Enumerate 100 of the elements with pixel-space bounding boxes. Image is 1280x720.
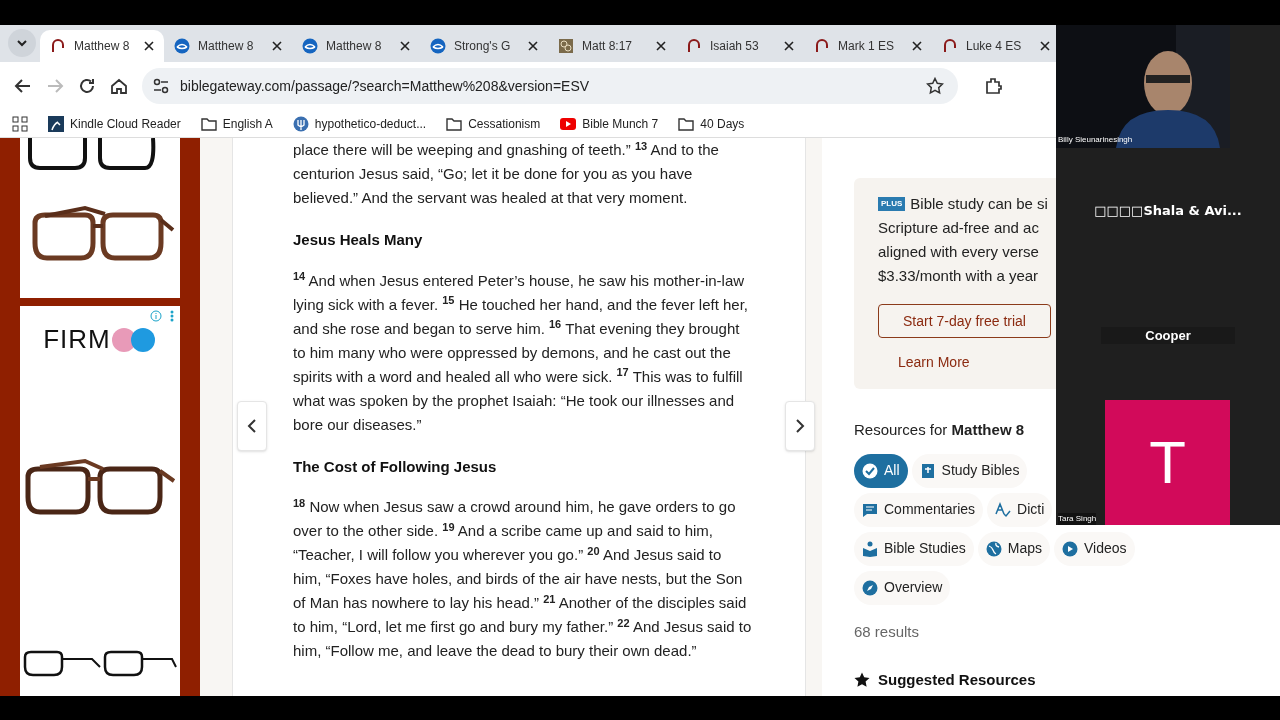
- filter-chip[interactable]: Maps: [977, 531, 1050, 566]
- close-icon[interactable]: [144, 41, 154, 51]
- compass-icon: [862, 579, 878, 596]
- passage-paragraph: $^{18}$ Now when Jesus saw a crowd around him, he gave orders to go over to the other side. $^{19}$ And a scribe came up and said to him, “Teacher, I will follow you wherever you go.” $^{20}$ And Jesus said to him, “Foxes have holes, and birds of the air have nests, but the Son of Man has nowhere to lay his head.” $^{21}$ Another of the disciples said to him, “Lord, let me first go and bury my father.” $^{22}$ And Jesus said to him, “Follow me, and leave the dead to bury their own dead.”: [293, 495, 753, 661]
- section-heading: Jesus Heals Many: [293, 230, 424, 250]
- address-field[interactable]: biblegateway.com/passage/?search=Matthew%208&version=ESV: [142, 68, 958, 104]
- apps-icon[interactable]: [12, 115, 28, 132]
- browser-tab[interactable]: Matthew 8: [292, 30, 420, 62]
- browser-tab[interactable]: Luke 4 ES: [932, 30, 1060, 62]
- close-icon[interactable]: [1040, 41, 1050, 51]
- close-icon[interactable]: [400, 41, 410, 51]
- globe-icon: [430, 38, 446, 54]
- results-count: 68 results: [854, 621, 921, 642]
- promo-text: Bible study can be si: [910, 193, 1048, 214]
- arch-icon: [814, 38, 830, 54]
- previous-button[interactable]: [237, 401, 267, 451]
- arch-icon: [50, 38, 66, 54]
- globe-icon: [985, 540, 1002, 557]
- video-icon: [560, 115, 577, 132]
- passage-paragraph: place there will be weeping and gnashing of teeth.” $^{13}$ And to the centurion Jesus said, “Go; let it be done for you as you have believed.” And the servant was healed at that very moment.: [293, 138, 720, 208]
- plus-badge: PLUS: [878, 197, 906, 211]
- menu-icon[interactable]: [170, 310, 174, 322]
- star-icon: [854, 672, 870, 689]
- bookmark[interactable]: Cessationism: [446, 114, 541, 133]
- close-icon[interactable]: [528, 41, 538, 51]
- resources-heading: Resources for Matthew 8: [854, 420, 1026, 440]
- extensions-icon[interactable]: [984, 76, 1004, 96]
- tab-title: Matthew 8: [198, 38, 255, 55]
- home-icon[interactable]: [110, 77, 128, 95]
- trial-button[interactable]: Start 7-day free trial: [878, 304, 1051, 338]
- tab-title: Strong's G: [454, 38, 512, 55]
- book-icon: [919, 462, 936, 479]
- arch-icon: [942, 38, 958, 54]
- reload-icon[interactable]: [78, 77, 96, 95]
- bookmark[interactable]: Bible Munch 7: [560, 114, 659, 133]
- browser-tab[interactable]: Strong's G: [420, 30, 548, 62]
- bookmark[interactable]: Kindle Cloud Reader: [48, 114, 181, 133]
- bookmark-label: hypothetico-deduct...: [314, 115, 427, 133]
- filter-chip[interactable]: Commentaries: [854, 492, 984, 527]
- tab-search-button[interactable]: [8, 29, 36, 57]
- promo-text: $3.33/month with a year: [878, 266, 1040, 286]
- close-icon[interactable]: [912, 41, 922, 51]
- site-icon: [558, 38, 574, 54]
- tab-title: Matthew 8: [74, 38, 131, 55]
- folder-icon: [446, 115, 463, 132]
- spell-check-icon: [995, 501, 1012, 518]
- globe-icon: [302, 38, 318, 54]
- avatar-initial: T: [1149, 427, 1186, 498]
- browser-tab[interactable]: Matthew 8: [40, 30, 164, 62]
- next-button[interactable]: [785, 401, 815, 451]
- passage-paragraph: $^{14}$ And when Jesus entered Peter’s house, he saw his mother-in-law lying sick with a fever. $^{15}$ He touched her hand, and the fever left her, and she rose and began to serve him. $^{16}$ That evening they brought to him many who were oppressed by demons, and he cast out the spirits with a word and healed all who were sick. $^{17}$ This was to fulfill what was spoken by the prophet Isaiah: “He took our illnesses and bore our diseases.”: [293, 269, 750, 435]
- close-icon[interactable]: [272, 41, 282, 51]
- learn-more-link[interactable]: Learn More: [898, 352, 970, 373]
- tab-title: Matt 8:17: [582, 38, 634, 55]
- section-heading: The Cost of Following Jesus: [293, 456, 498, 477]
- chevron-left-icon: [247, 419, 257, 433]
- tab-title: Mark 1 ES: [838, 38, 895, 55]
- promo-text: Scripture ad-free and ac: [878, 218, 1040, 238]
- check-icon: [862, 462, 878, 479]
- comment-icon: [862, 501, 878, 518]
- participant-name: Billy Sieunarinesingh: [1058, 134, 1133, 146]
- filter-chip[interactable]: Overview: [854, 570, 951, 605]
- play-icon: [1061, 540, 1078, 557]
- tab-title: Isaiah 53: [710, 38, 760, 55]
- browser-tab[interactable]: Isaiah 53: [676, 30, 804, 62]
- bookmark-label: 40 Days: [700, 115, 745, 133]
- filter-chip[interactable]: Bible Studies: [854, 531, 974, 566]
- logo: FIRM: [43, 320, 157, 359]
- bookmark[interactable]: hypothetico-deduct...: [292, 114, 427, 133]
- close-icon[interactable]: [784, 41, 794, 51]
- folder-icon: [200, 115, 217, 132]
- browser-tab[interactable]: Matthew 8: [164, 30, 292, 62]
- participant-name: □□□□Shala & Avi...: [1093, 202, 1243, 220]
- arch-icon: [686, 38, 702, 54]
- filter-chip[interactable]: Videos: [1053, 531, 1135, 566]
- browser-tab[interactable]: Matt 8:17: [548, 30, 676, 62]
- chevron-right-icon: [795, 419, 805, 433]
- participant-name: Tara Singh: [1058, 513, 1097, 525]
- reader-icon: [862, 540, 878, 557]
- close-icon[interactable]: [656, 41, 666, 51]
- tab-title: Luke 4 ES: [966, 38, 1023, 55]
- filter-chip[interactable]: Dicti: [987, 492, 1053, 527]
- bookmark[interactable]: 40 Days: [678, 114, 745, 133]
- browser-tab[interactable]: Mark 1 ES: [804, 30, 932, 62]
- bookmark[interactable]: English A: [200, 114, 273, 133]
- url-text: biblegateway.com/passage/?search=Matthew%208&version=ESV: [180, 76, 591, 96]
- section-heading: Suggested Resources: [878, 670, 1036, 690]
- bookmark-label: Kindle Cloud Reader: [70, 115, 181, 133]
- back-icon[interactable]: [14, 77, 32, 95]
- globe-icon: [174, 38, 190, 54]
- filter-chip[interactable]: All: [854, 453, 908, 488]
- promo-text: aligned with every verse: [878, 242, 1040, 262]
- site-icon: [292, 115, 309, 132]
- bookmark-label: Bible Munch 7: [582, 115, 659, 133]
- participant-name: Cooper: [1101, 327, 1235, 344]
- tab-title: Matthew 8: [326, 38, 383, 55]
- bookmark-label: Cessationism: [468, 115, 541, 133]
- bookmark-star-icon[interactable]: [926, 77, 944, 95]
- filter-chip[interactable]: Study Bibles: [911, 453, 1028, 488]
- site-info-icon[interactable]: [152, 77, 170, 95]
